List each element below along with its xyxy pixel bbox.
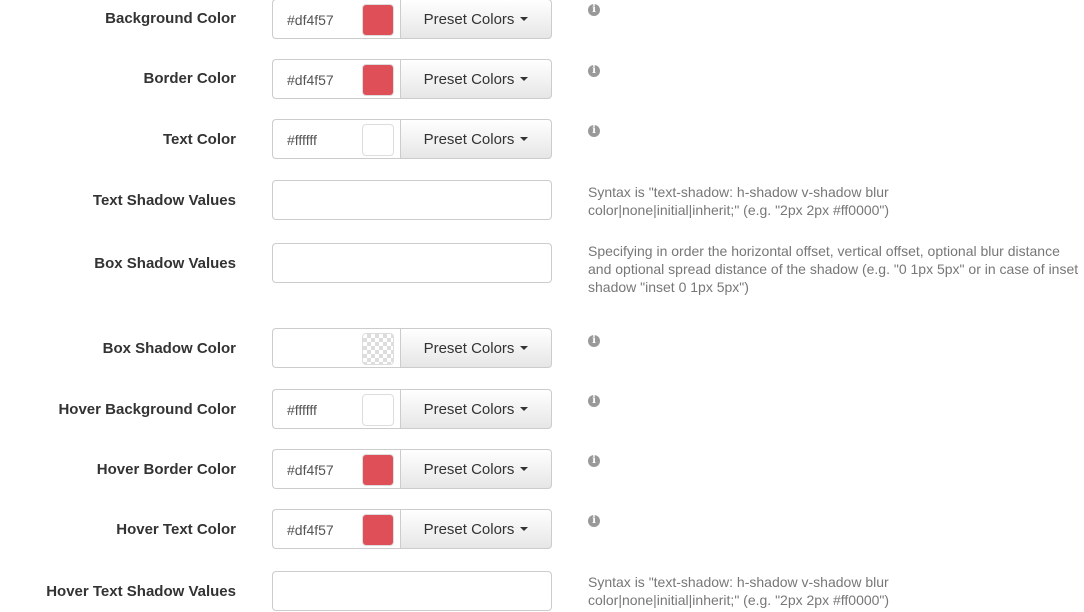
color-hex-value: #ffffff xyxy=(287,132,317,148)
box-shadow-input[interactable] xyxy=(272,243,552,283)
field-label: Box Shadow Color xyxy=(102,340,236,357)
field-label: Hover Background Color xyxy=(58,401,236,418)
help-text: Syntax is "text-shadow: h-shadow v-shado… xyxy=(588,574,890,608)
hover-text-shadow-input[interactable] xyxy=(272,571,552,611)
info-icon[interactable]: i xyxy=(588,65,600,77)
preset-colors-button[interactable]: Preset Colors xyxy=(400,449,552,489)
color-swatch[interactable] xyxy=(362,333,394,365)
preset-colors-label: Preset Colors xyxy=(423,130,515,148)
info-icon[interactable]: i xyxy=(588,455,600,467)
help-text: Syntax is "text-shadow: h-shadow v-shado… xyxy=(588,184,890,218)
color-hex-value: #df4f57 xyxy=(287,12,334,28)
color-hex-value: #df4f57 xyxy=(287,462,334,478)
field-label: Text Shadow Values xyxy=(92,192,236,209)
field-label: Border Color xyxy=(143,70,236,87)
preset-colors-label: Preset Colors xyxy=(423,460,515,478)
color-hex-input[interactable]: #df4f57 xyxy=(272,509,400,549)
preset-colors-button[interactable]: Preset Colors xyxy=(400,59,552,99)
info-icon[interactable]: i xyxy=(588,335,600,347)
preset-colors-label: Preset Colors xyxy=(423,10,515,28)
color-hex-input[interactable]: #df4f57 xyxy=(272,449,400,489)
color-picker-group: #df4f57 Preset Colors xyxy=(272,509,552,549)
text-shadow-input[interactable] xyxy=(272,180,552,220)
caret-down-icon xyxy=(520,137,529,141)
caret-down-icon xyxy=(520,346,529,350)
color-hex-input[interactable] xyxy=(272,328,400,368)
preset-colors-label: Preset Colors xyxy=(423,400,515,418)
color-swatch[interactable] xyxy=(362,514,394,546)
color-picker-group: #df4f57 Preset Colors xyxy=(272,0,552,39)
preset-colors-button[interactable]: Preset Colors xyxy=(400,119,552,159)
field-label: Hover Border Color xyxy=(96,461,236,478)
color-picker-group: #ffffff Preset Colors xyxy=(272,119,552,159)
preset-colors-button[interactable]: Preset Colors xyxy=(400,0,552,39)
info-icon[interactable]: i xyxy=(588,515,600,527)
preset-colors-label: Preset Colors xyxy=(423,520,515,538)
info-icon[interactable]: i xyxy=(588,395,600,407)
preset-colors-label: Preset Colors xyxy=(423,70,515,88)
preset-colors-button[interactable]: Preset Colors xyxy=(400,509,552,549)
color-swatch[interactable] xyxy=(362,4,394,36)
color-hex-value: #df4f57 xyxy=(287,522,334,538)
color-swatch[interactable] xyxy=(362,64,394,96)
color-picker-group: #df4f57 Preset Colors xyxy=(272,59,552,99)
color-hex-value: #df4f57 xyxy=(287,72,334,88)
caret-down-icon xyxy=(520,17,529,21)
caret-down-icon xyxy=(520,77,529,81)
info-icon[interactable]: i xyxy=(588,4,600,16)
field-label: Text Color xyxy=(162,131,236,148)
color-swatch[interactable] xyxy=(362,394,394,426)
color-picker-group: #df4f57 Preset Colors xyxy=(272,449,552,489)
preset-colors-button[interactable]: Preset Colors xyxy=(400,389,552,429)
info-icon[interactable]: i xyxy=(588,125,600,137)
caret-down-icon xyxy=(520,467,529,471)
preset-colors-label: Preset Colors xyxy=(423,339,515,357)
help-text: Specifying in order the horizontal offse… xyxy=(588,243,1079,295)
caret-down-icon xyxy=(520,407,529,411)
field-label: Box Shadow Values xyxy=(94,255,236,272)
color-hex-input[interactable]: #ffffff xyxy=(272,389,400,429)
caret-down-icon xyxy=(520,527,529,531)
color-swatch[interactable] xyxy=(362,124,394,156)
color-hex-input[interactable]: #df4f57 xyxy=(272,59,400,99)
color-hex-input[interactable]: #ffffff xyxy=(272,119,400,159)
color-hex-value: #ffffff xyxy=(287,402,317,418)
field-label: Hover Text Color xyxy=(116,521,236,538)
color-swatch[interactable] xyxy=(362,454,394,486)
color-picker-group: Preset Colors xyxy=(272,328,552,368)
field-label: Background Color xyxy=(105,10,236,27)
color-hex-input[interactable]: #df4f57 xyxy=(272,0,400,39)
preset-colors-button[interactable]: Preset Colors xyxy=(400,328,552,368)
color-picker-group: #ffffff Preset Colors xyxy=(272,389,552,429)
field-label: Hover Text Shadow Values xyxy=(46,583,236,600)
